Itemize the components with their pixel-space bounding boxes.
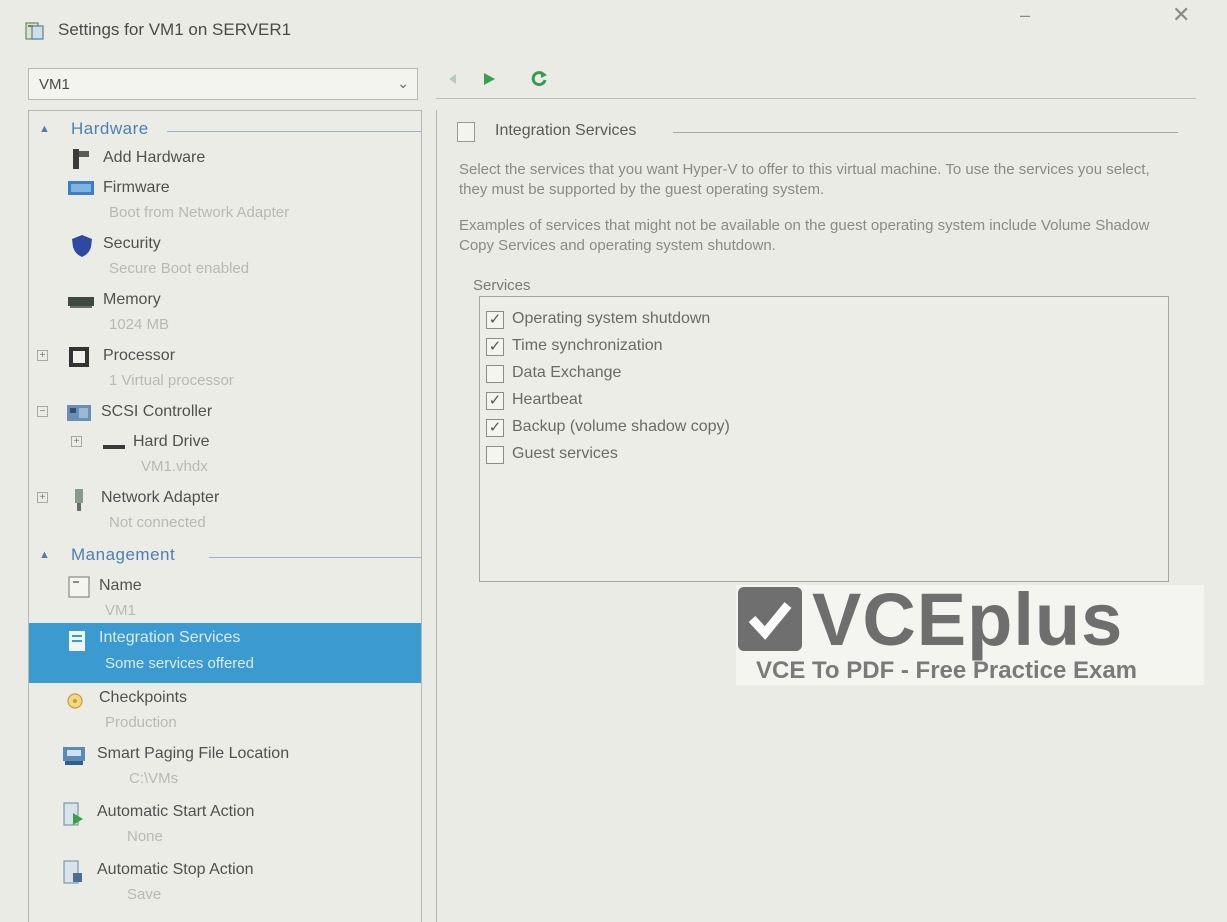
memory-icon [67,289,94,313]
tree-item-memory[interactable]: Memory 1024 MB [29,289,421,343]
expand-network-adapter-toggle[interactable]: + [37,492,48,503]
tree-item-name[interactable]: Name VM1 [29,575,421,629]
tree-item-smart-paging[interactable]: Smart Paging File Location C:\VMs [29,743,421,797]
auto-stop-icon [61,859,87,884]
settings-window: Settings for VM1 on SERVER1 – ✕ VM1 ⌄ ▲ … [0,0,1227,922]
refresh-icon [529,69,549,94]
watermark-brand: VCEplus [812,578,1124,661]
service-data-exchange[interactable]: Data Exchange [486,363,1086,387]
close-button[interactable]: ✕ [1172,4,1194,26]
minimize-button[interactable]: – [1020,6,1040,24]
title-bar: Settings for VM1 on SERVER1 – ✕ [0,0,1227,58]
start-button[interactable] [478,70,500,92]
auto-start-icon [61,801,87,826]
tree-item-integration-services[interactable]: Integration Services Some services offer… [29,623,421,683]
collapse-caret-icon: ▲ [39,123,50,135]
tree-item-processor[interactable]: + Processor 1 Virtual processor [29,345,421,399]
integration-services-panel: Integration Services Select the services… [436,110,1227,922]
start-icon [481,71,497,92]
tree-item-security[interactable]: Security Secure Boot enabled [29,233,421,287]
tree-item-firmware[interactable]: Firmware Boot from Network Adapter [29,177,421,231]
tree-item-checkpoints[interactable]: Checkpoints Production [29,687,421,741]
chevron-down-icon: ⌄ [397,75,409,91]
back-button[interactable] [442,70,464,92]
description-text: Select the services that you want Hyper-… [459,161,1150,198]
management-section-heading[interactable]: ▲ Management [37,545,421,567]
network-adapter-icon [67,487,93,511]
vm-selector-value: VM1 [39,76,70,93]
checkpoints-icon [63,687,89,711]
checkbox-checked[interactable]: ✓ [486,392,504,410]
collapse-scsi-toggle[interactable]: − [37,406,48,417]
checkbox-unchecked[interactable] [486,446,504,464]
checkmark-logo-icon [738,587,802,651]
collapse-caret-icon: ▲ [39,549,50,561]
service-guest-services[interactable]: Guest services [486,444,1086,468]
tree-item-hard-drive[interactable]: + Hard Drive VM1.vhdx [29,431,421,485]
expand-hard-drive-toggle[interactable]: + [71,436,82,447]
window-title: Settings for VM1 on SERVER1 [58,20,292,39]
back-icon [446,72,460,91]
integration-services-icon [67,629,93,653]
vm-settings-icon [24,20,46,42]
integration-services-page-icon [457,122,475,142]
checkbox-checked[interactable]: ✓ [486,338,504,356]
checkbox-checked[interactable]: ✓ [486,419,504,437]
toolbar-divider [436,98,1196,99]
tree-item-network-adapter[interactable]: + Network Adapter Not connected [29,487,421,541]
firmware-icon [67,177,94,201]
settings-tree: ▲ Hardware Add Hardware Firmware Boot fr… [28,110,422,922]
service-time-synchronization[interactable]: ✓ Time synchronization [486,336,1086,360]
examples-text: Examples of services that might not be a… [459,217,1150,254]
hardware-section-heading[interactable]: ▲ Hardware [37,119,421,141]
name-icon [67,575,93,599]
tree-item-automatic-stop-action[interactable]: Automatic Stop Action Save [29,859,421,913]
checkbox-unchecked[interactable] [486,365,504,383]
service-backup[interactable]: ✓ Backup (volume shadow copy) [486,417,1086,441]
service-heartbeat[interactable]: ✓ Heartbeat [486,390,1086,414]
scsi-controller-icon [65,401,91,425]
refresh-button[interactable] [528,70,550,92]
service-operating-system-shutdown[interactable]: ✓ Operating system shutdown [486,309,1086,333]
processor-icon [67,345,93,369]
services-list: ✓ Operating system shutdown ✓ Time synch… [479,296,1169,582]
services-label: Services [473,277,531,294]
panel-title: Integration Services [495,122,637,139]
expand-processor-toggle[interactable]: + [37,350,48,361]
tree-item-automatic-start-action[interactable]: Automatic Start Action None [29,801,421,855]
add-hardware-icon [69,147,95,171]
smart-paging-icon [61,743,87,767]
security-shield-icon [69,233,95,257]
watermark-tagline: VCE To PDF - Free Practice Exam [756,657,1138,684]
hard-drive-icon [101,431,127,455]
checkbox-checked[interactable]: ✓ [486,311,504,329]
vceplus-watermark: VCEplus VCE To PDF - Free Practice Exam [736,578,1204,685]
vm-selector-dropdown[interactable]: VM1 ⌄ [28,68,418,100]
